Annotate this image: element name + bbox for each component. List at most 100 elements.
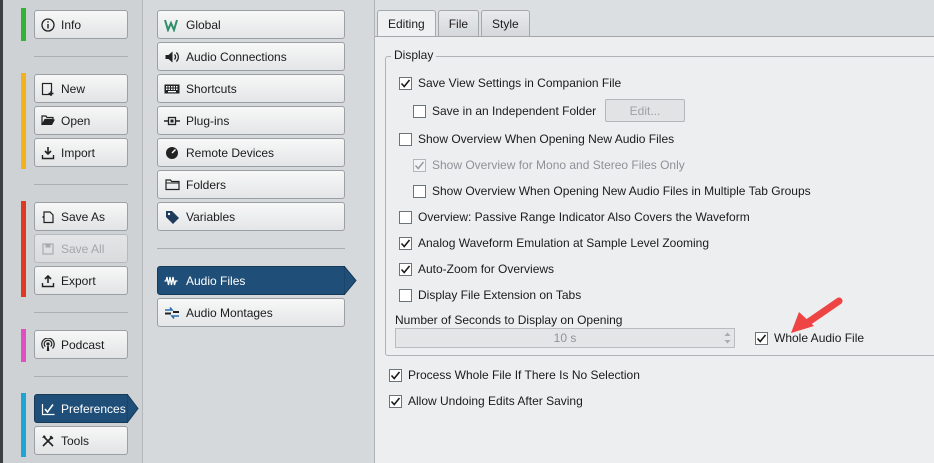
multiple-tabs-checkbox[interactable]: [413, 184, 426, 198]
info-button[interactable]: Info: [34, 10, 128, 39]
save-as-label: Save As: [61, 209, 106, 224]
preferences-content: Editing File Style Display Save View Set…: [374, 0, 934, 463]
plugin-icon: [164, 113, 180, 129]
tab-editing[interactable]: Editing: [377, 10, 436, 37]
file-extension-label: Display File Extension on Tabs: [418, 288, 582, 302]
keyboard-icon: [164, 81, 180, 97]
new-label: New: [61, 81, 86, 96]
multiple-tabs-option[interactable]: Show Overview When Opening New Audio Fil…: [413, 184, 811, 198]
mono-stereo-option[interactable]: Show Overview for Mono and Stereo Files …: [413, 158, 685, 172]
category-plugins[interactable]: Plug-ins: [157, 106, 345, 135]
category-variables[interactable]: Variables: [157, 202, 345, 231]
seconds-spinbox[interactable]: 10 s: [395, 328, 735, 348]
file-color-bar: [21, 73, 26, 169]
save-view-checkbox[interactable]: [399, 76, 412, 90]
process-whole-file-checkbox[interactable]: [389, 368, 402, 382]
tools-button[interactable]: Tools: [34, 426, 128, 455]
category-audio-files-label: Audio Files: [186, 273, 246, 288]
montage-icon: [164, 305, 180, 321]
save-as-icon: [40, 209, 56, 225]
show-overview-option[interactable]: Show Overview When Opening New Audio Fil…: [399, 132, 674, 146]
preferences-check-icon: [40, 401, 56, 417]
passive-range-option[interactable]: Overview: Passive Range Indicator Also C…: [399, 210, 750, 224]
auto-zoom-option[interactable]: Auto-Zoom for Overviews: [399, 262, 554, 276]
podcast-color-bar: [21, 329, 26, 362]
category-folders[interactable]: Folders: [157, 170, 345, 199]
analog-waveform-checkbox[interactable]: [399, 236, 412, 250]
mono-stereo-label: Show Overview for Mono and Stereo Files …: [432, 158, 685, 172]
category-remote-devices[interactable]: Remote Devices: [157, 138, 345, 167]
show-overview-label: Show Overview When Opening New Audio Fil…: [418, 132, 675, 146]
new-button[interactable]: New: [34, 74, 128, 103]
allow-undoing-option[interactable]: Allow Undoing Edits After Saving: [389, 394, 583, 408]
info-label: Info: [61, 17, 82, 32]
info-color-bar: [21, 8, 26, 41]
independent-folder-label: Save in an Independent Folder: [432, 104, 597, 118]
save-all-icon: [40, 241, 56, 257]
open-label: Open: [61, 113, 91, 128]
new-file-icon: [40, 81, 56, 97]
passive-range-checkbox[interactable]: [399, 210, 412, 224]
allow-undoing-checkbox[interactable]: [389, 394, 402, 408]
independent-folder-option[interactable]: Save in an Independent Folder: [413, 104, 596, 118]
preference-categories: Global Audio Connections Shortcuts Plug-…: [142, 0, 374, 463]
category-shortcuts-label: Shortcuts: [186, 81, 237, 96]
analog-waveform-label: Analog Waveform Emulation at Sample Leve…: [418, 236, 710, 250]
save-all-button[interactable]: Save All: [34, 234, 128, 263]
analog-waveform-option[interactable]: Analog Waveform Emulation at Sample Leve…: [399, 236, 709, 250]
whole-audio-file-checkbox[interactable]: [755, 331, 768, 345]
category-global[interactable]: Global: [157, 10, 345, 39]
category-audio-connections[interactable]: Audio Connections: [157, 42, 345, 71]
editing-panel: Display Save View Settings in Companion …: [375, 36, 934, 463]
file-extension-checkbox[interactable]: [399, 288, 412, 302]
process-whole-file-label: Process Whole File If There Is No Select…: [408, 368, 640, 382]
tab-file[interactable]: File: [437, 10, 480, 36]
open-button[interactable]: Open: [34, 106, 128, 135]
export-label: Export: [61, 273, 96, 288]
process-whole-file-option[interactable]: Process Whole File If There Is No Select…: [389, 368, 640, 382]
save-all-label: Save All: [61, 241, 105, 256]
category-audio-connections-label: Audio Connections: [186, 49, 287, 64]
audio-wave-icon: [164, 273, 180, 289]
display-group-label: Display: [391, 48, 437, 62]
edit-folder-button[interactable]: Edit...: [605, 99, 685, 122]
nav-divider: [34, 312, 128, 313]
category-plugins-label: Plug-ins: [186, 113, 230, 128]
import-icon: [40, 145, 56, 161]
show-overview-checkbox[interactable]: [399, 132, 412, 146]
spin-arrows-icon[interactable]: [723, 331, 731, 345]
auto-zoom-checkbox[interactable]: [399, 262, 412, 276]
mono-stereo-checkbox[interactable]: [413, 158, 426, 172]
tools-icon: [40, 433, 56, 449]
global-wavelab-icon: [164, 17, 180, 33]
podcast-button[interactable]: Podcast: [34, 330, 128, 359]
nav-divider: [34, 376, 128, 377]
preferences-label: Preferences: [61, 401, 126, 416]
main-nav: Info New Open Import Save As Save All Ex…: [0, 0, 142, 463]
category-folders-label: Folders: [186, 177, 227, 192]
folder-icon: [164, 177, 180, 193]
seconds-label: Number of Seconds to Display on Opening: [395, 313, 623, 327]
preferences-arrow: [127, 394, 139, 423]
allow-undoing-label: Allow Undoing Edits After Saving: [408, 394, 583, 408]
nav-divider: [34, 56, 128, 57]
file-extension-option[interactable]: Display File Extension on Tabs: [399, 288, 581, 302]
auto-zoom-label: Auto-Zoom for Overviews: [418, 262, 555, 276]
independent-folder-checkbox[interactable]: [413, 104, 426, 118]
multiple-tabs-label: Show Overview When Opening New Audio Fil…: [432, 184, 811, 198]
export-button[interactable]: Export: [34, 266, 128, 295]
save-as-button[interactable]: Save As: [34, 202, 128, 231]
remote-knob-icon: [164, 145, 180, 161]
podcast-icon: [40, 337, 56, 353]
category-audio-files[interactable]: Audio Files: [157, 266, 345, 295]
category-audio-montages[interactable]: Audio Montages: [157, 298, 345, 327]
preferences-button[interactable]: Preferences: [34, 394, 128, 423]
import-button[interactable]: Import: [34, 138, 128, 167]
prefs-color-bar: [21, 393, 26, 457]
tag-icon: [164, 209, 180, 225]
save-view-option[interactable]: Save View Settings in Companion File: [399, 76, 621, 90]
category-audio-montages-label: Audio Montages: [186, 305, 273, 320]
speaker-icon: [164, 49, 180, 65]
tab-style[interactable]: Style: [481, 10, 530, 36]
category-shortcuts[interactable]: Shortcuts: [157, 74, 345, 103]
